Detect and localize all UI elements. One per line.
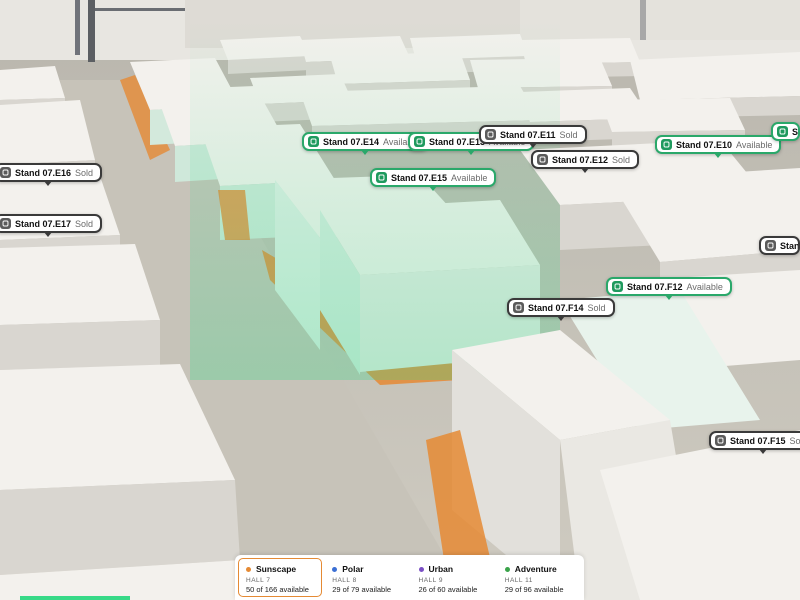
hall-right-wall	[520, 0, 800, 40]
stand-icon	[0, 218, 11, 229]
stand-tag-edge-right-2[interactable]: Stand	[759, 236, 800, 255]
hall-3d-scene[interactable]	[0, 0, 800, 600]
hall-color-dot	[504, 566, 510, 572]
stand-status: Sold	[75, 218, 94, 229]
stand-icon	[661, 139, 672, 150]
hall-color-dot	[332, 566, 338, 572]
available-stand-edge	[20, 596, 130, 600]
stand-label: Stand 07.F14	[528, 302, 584, 313]
stand-icon	[715, 435, 726, 446]
stand-label: Stand	[792, 126, 799, 137]
stand-label: Stand 07.E15	[391, 172, 448, 183]
stand-tag-07-e16[interactable]: Stand 07.E16 Sold	[0, 163, 103, 186]
stand-tag-edge-right-1[interactable]: Stand	[771, 122, 800, 141]
hall-right-column	[640, 0, 646, 40]
stand-tag-07-e15[interactable]: Stand 07.E15 Available	[370, 168, 497, 191]
hall-beam	[95, 8, 185, 11]
stand-icon	[414, 136, 425, 147]
hall-name: Sunscape	[256, 564, 297, 574]
hall-option-polar[interactable]: Polar HALL 8 29 of 79 available	[324, 558, 408, 597]
hall-column-thin	[75, 0, 80, 55]
stand-tag-07-f14[interactable]: Stand 07.F14 Sold	[507, 298, 615, 321]
hall-color-dot	[418, 566, 424, 572]
stand-label: Stand	[780, 240, 800, 251]
stand-status: Sold	[559, 129, 578, 140]
stand-label: Stand 07.E14	[323, 136, 380, 147]
hall-availability: 26 of 60 available	[418, 585, 478, 594]
stand-label: Stand 07.E11	[500, 129, 556, 140]
hall-option-urban[interactable]: Urban HALL 9 26 of 60 available	[411, 558, 495, 597]
stand-icon	[0, 167, 11, 178]
stand-status: Sold	[612, 154, 631, 165]
stand-label: Stand 07.E17	[15, 218, 72, 229]
hall-option-adventure[interactable]: Adventure HALL 11 29 of 96 available	[497, 558, 581, 597]
stand-status: Available	[736, 139, 773, 150]
stand-icon	[376, 172, 387, 183]
stand-label: Stand 07.E12	[552, 154, 609, 165]
hall-availability: 50 of 166 available	[246, 585, 309, 594]
hall-name: Polar	[342, 564, 364, 574]
hall-availability: 29 of 96 available	[504, 585, 564, 594]
stand-status: Sold	[587, 302, 606, 313]
hall-number: HALL 11	[504, 577, 533, 584]
hall-number: HALL 7	[246, 577, 271, 584]
stand-tag-07-e17[interactable]: Stand 07.E17 Sold	[0, 214, 103, 237]
hall-number: HALL 9	[418, 577, 443, 584]
hall-name: Adventure	[514, 564, 557, 574]
stand-icon	[612, 281, 623, 292]
stand-icon	[777, 126, 788, 137]
stand-tag-07-f15[interactable]: Stand 07.F15 Sold	[709, 431, 800, 454]
stand-label: Stand 07.F12	[627, 281, 683, 292]
stand-tag-07-e10[interactable]: Stand 07.E10 Available	[655, 135, 782, 158]
stand-icon	[308, 136, 319, 147]
hall-color-dot	[246, 566, 251, 572]
hall-availability: 29 of 79 available	[332, 585, 392, 594]
stand-label: Stand 07.E10	[676, 139, 733, 150]
stand-status: Sold	[789, 435, 800, 446]
stand-status: Sold	[75, 167, 94, 178]
hall-option-sunscape[interactable]: Sunscape HALL 7 50 of 166 available	[238, 558, 323, 597]
hall-number: HALL 8	[332, 577, 357, 584]
stand-icon	[513, 302, 524, 313]
hall-name: Urban	[428, 564, 454, 574]
stand-tag-07-e12[interactable]: Stand 07.E12 Sold	[531, 150, 640, 173]
stand-icon	[537, 154, 548, 165]
stand-status: Available	[686, 281, 723, 292]
hall-column	[88, 0, 95, 62]
stand-label: Stand 07.E13	[429, 136, 486, 147]
stand-tag-07-f12[interactable]: Stand 07.F12 Available	[606, 277, 732, 300]
hall-selector: Sunscape HALL 7 50 of 166 available Pola…	[235, 555, 584, 600]
stand-status: Available	[451, 172, 488, 183]
stand-label: Stand 07.E16	[15, 167, 72, 178]
stand-icon	[765, 240, 776, 251]
stand-label: Stand 07.F15	[730, 435, 786, 446]
stand-tag-07-e11[interactable]: Stand 07.E11 Sold	[479, 125, 587, 148]
stand-icon	[485, 129, 496, 140]
